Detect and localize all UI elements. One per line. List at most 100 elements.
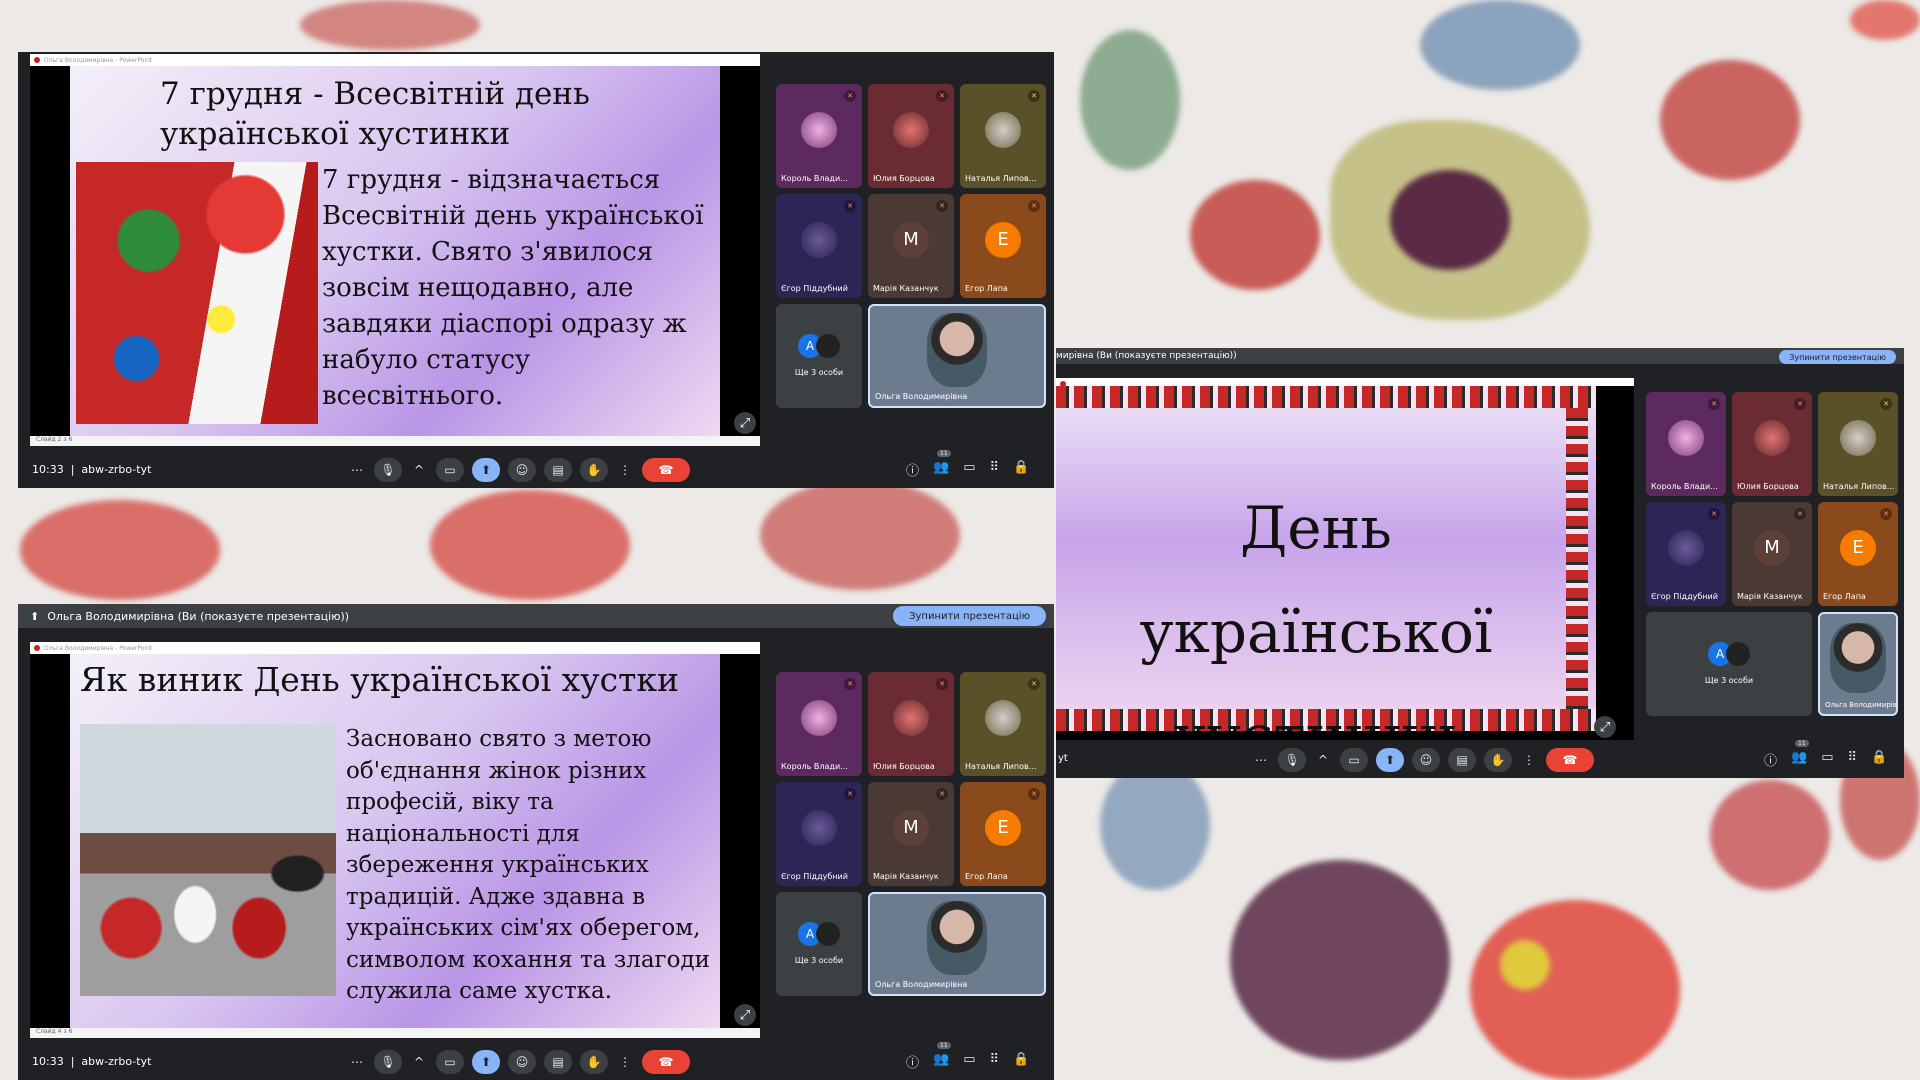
participant-tile[interactable]: ✕ Юлия Борцова	[868, 84, 954, 188]
people-icon[interactable]: 👥 11	[1791, 740, 1809, 769]
more-participants-tile[interactable]: A Ще 3 особи	[1646, 612, 1812, 716]
camera-icon[interactable]: ▭	[436, 458, 464, 482]
info-icon[interactable]: ⓘ	[906, 460, 919, 479]
lock-icon[interactable]: 🔒	[1013, 460, 1029, 479]
call-controls: ⋯ 🎙 ^ ▭ ⬆ ☺ ▤ ✋ ⋮ ☎	[1252, 748, 1594, 772]
mic-off-icon: ✕	[1028, 90, 1040, 102]
slide-title: 7 грудня - Всесвітній день української х…	[160, 76, 590, 152]
participant-count: 11	[937, 450, 951, 457]
expand-icon[interactable]: ⤢	[734, 1004, 756, 1026]
lock-icon[interactable]: 🔒	[1013, 1052, 1029, 1071]
hand-icon[interactable]: ✋	[580, 458, 608, 482]
stop-presenting-button[interactable]: Зупинити презентацію	[1779, 350, 1896, 364]
participant-tile[interactable]: ✕ Наталья Липов...	[960, 672, 1046, 776]
more-vert-icon[interactable]: ⋮	[616, 1050, 634, 1074]
participant-tile[interactable]: E ✕ Егор Лапа	[960, 782, 1046, 886]
chevron-up-icon[interactable]: ^	[410, 1050, 428, 1074]
window-title	[1056, 378, 1634, 387]
embroidery-flower	[1850, 0, 1920, 40]
mic-icon[interactable]: 🎙	[374, 458, 402, 482]
chat-icon[interactable]: ▭	[963, 460, 975, 479]
captions-icon[interactable]: ▤	[1448, 748, 1476, 772]
control-bar: 10:33 | abw-zrbo-tyt ⋯ 🎙 ^ ▭ ⬆ ☺ ▤ ✋ ⋮ ☎…	[18, 450, 1054, 488]
people-icon[interactable]: 👥 11	[933, 450, 951, 479]
participant-tile[interactable]: E ✕ Егор Лапа	[1818, 502, 1898, 606]
expand-icon[interactable]: ⤢	[734, 412, 756, 434]
participant-tile[interactable]: E ✕ Егор Лапа	[960, 194, 1046, 298]
people-icon[interactable]: 👥 11	[933, 1042, 951, 1071]
present-icon[interactable]: ⬆	[472, 458, 500, 482]
participant-name: Ольга Володимирівна	[875, 980, 968, 989]
meet-screenshot-2: мирівна (Ви (показуєте презентацію)) Зуп…	[1056, 348, 1904, 778]
mic-icon[interactable]: 🎙	[1278, 748, 1306, 772]
more-icon[interactable]: ⋯	[348, 458, 366, 482]
mic-off-icon: ✕	[844, 678, 856, 690]
embroidery-leaf	[1100, 760, 1210, 890]
participant-name: Марія Казанчук	[873, 284, 939, 293]
hand-icon[interactable]: ✋	[580, 1050, 608, 1074]
participant-tile[interactable]: ✕ Єгор Піддубний	[776, 194, 862, 298]
meeting-info: 10:33 | abw-zrbo-tyt	[32, 463, 152, 476]
participant-name: Юлия Борцова	[1737, 482, 1799, 491]
chat-icon[interactable]: ▭	[1821, 750, 1833, 769]
lock-icon[interactable]: 🔒	[1871, 750, 1887, 769]
emoji-icon[interactable]: ☺	[1412, 748, 1440, 772]
participant-tile[interactable]: ✕ Наталья Липов...	[1818, 392, 1898, 496]
mic-icon[interactable]: 🎙	[374, 1050, 402, 1074]
avatar	[893, 111, 929, 148]
participant-tile[interactable]: M ✕ Марія Казанчук	[868, 194, 954, 298]
chat-icon[interactable]: ▭	[963, 1052, 975, 1071]
avatar	[893, 699, 929, 736]
self-video-tile[interactable]: Ольга Володимирівна	[868, 304, 1046, 408]
participant-tile[interactable]: ✕ Юлия Борцова	[868, 672, 954, 776]
end-call-icon[interactable]: ☎	[1546, 748, 1594, 772]
participant-tile[interactable]: ✕ Король Влади...	[776, 672, 862, 776]
captions-icon[interactable]: ▤	[544, 458, 572, 482]
participant-tile[interactable]: M ✕ Марія Казанчук	[1732, 502, 1812, 606]
more-vert-icon[interactable]: ⋮	[1520, 748, 1538, 772]
more-participants-tile[interactable]: A Ще 3 особи	[776, 304, 862, 408]
side-controls: ⓘ 👥 11 ▭ ⠿ 🔒	[906, 1042, 1029, 1071]
chevron-up-icon[interactable]: ^	[410, 458, 428, 482]
apps-icon[interactable]: ⠿	[990, 460, 1000, 479]
participant-tile[interactable]: ✕ Єгор Піддубний	[776, 782, 862, 886]
expand-icon[interactable]: ⤢	[1594, 716, 1616, 738]
more-participants-tile[interactable]: A Ще 3 особи	[776, 892, 862, 996]
camera-icon[interactable]: ▭	[436, 1050, 464, 1074]
stop-presenting-button[interactable]: Зупинити презентацію	[893, 606, 1046, 626]
embroidery-flower-center	[1500, 940, 1550, 990]
present-icon[interactable]: ⬆	[1376, 748, 1404, 772]
participant-name: Ольга Володимирівна	[1825, 701, 1898, 709]
present-icon[interactable]: ⬆	[472, 1050, 500, 1074]
mic-off-icon: ✕	[1028, 788, 1040, 800]
embroidery-flower	[20, 500, 220, 600]
hand-icon[interactable]: ✋	[1484, 748, 1512, 772]
participant-tile[interactable]: ✕ Єгор Піддубний	[1646, 502, 1726, 606]
info-icon[interactable]: ⓘ	[906, 1052, 919, 1071]
apps-icon[interactable]: ⠿	[990, 1052, 1000, 1071]
chevron-up-icon[interactable]: ^	[1314, 748, 1332, 772]
info-icon[interactable]: ⓘ	[1764, 750, 1777, 769]
more-icon[interactable]: ⋯	[348, 1050, 366, 1074]
participant-tile[interactable]: ✕ Юлия Борцова	[1732, 392, 1812, 496]
self-video-tile[interactable]: Ольга Володимирівна	[1818, 612, 1898, 716]
avatar	[816, 333, 840, 358]
more-icon[interactable]: ⋯	[1252, 748, 1270, 772]
side-controls: ⓘ 👥 11 ▭ ⠿ 🔒	[1764, 740, 1887, 769]
captions-icon[interactable]: ▤	[544, 1050, 572, 1074]
apps-icon[interactable]: ⠿	[1848, 750, 1858, 769]
more-vert-icon[interactable]: ⋮	[616, 458, 634, 482]
participant-tile[interactable]: ✕ Король Влади...	[1646, 392, 1726, 496]
participant-tile[interactable]: M ✕ Марія Казанчук	[868, 782, 954, 886]
emoji-icon[interactable]: ☺	[508, 458, 536, 482]
participant-name: Єгор Піддубний	[1651, 592, 1718, 601]
participant-count: 11	[937, 1042, 951, 1049]
self-video-tile[interactable]: Ольга Володимирівна	[868, 892, 1046, 996]
end-call-icon[interactable]: ☎	[642, 458, 690, 482]
camera-icon[interactable]: ▭	[1340, 748, 1368, 772]
participant-tile[interactable]: ✕ Король Влади...	[776, 84, 862, 188]
participant-tile[interactable]: ✕ Наталья Липов...	[960, 84, 1046, 188]
end-call-icon[interactable]: ☎	[642, 1050, 690, 1074]
participant-name: Юлия Борцова	[873, 174, 935, 183]
emoji-icon[interactable]: ☺	[508, 1050, 536, 1074]
